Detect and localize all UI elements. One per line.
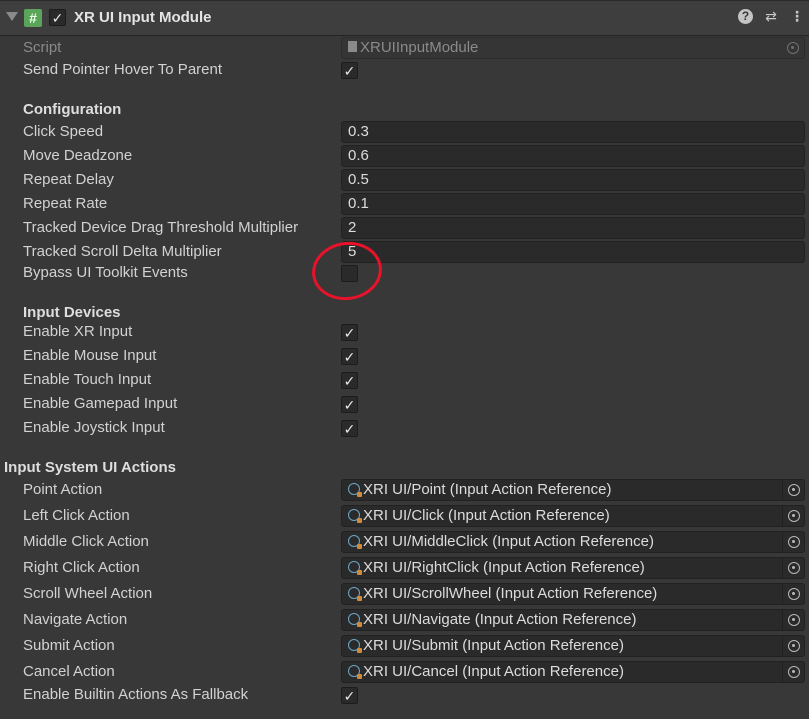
send-hover-checkbox[interactable]: ✓: [341, 62, 358, 79]
object-picker-icon: [788, 640, 800, 652]
enable-mouse-input-label: Enable Mouse Input: [23, 347, 157, 364]
object-picker-icon: [788, 614, 800, 626]
move-deadzone-label: Move Deadzone: [23, 147, 133, 164]
left-click-action-picker[interactable]: [782, 506, 804, 526]
scroll-delta-input[interactable]: 5: [341, 241, 805, 263]
bypass-ui-toolkit-checkbox[interactable]: [341, 265, 358, 282]
object-picker-icon: [788, 562, 800, 574]
enable-xr-input-label: Enable XR Input: [23, 323, 133, 340]
input-action-reference-icon: [348, 638, 362, 653]
submit-action-field[interactable]: XRI UI/Submit (Input Action Reference): [341, 635, 805, 657]
left-click-action-field[interactable]: XRI UI/Click (Input Action Reference): [341, 505, 805, 527]
repeat-delay-label: Repeat Delay: [23, 171, 114, 188]
input-action-reference-icon: [348, 664, 362, 679]
input-action-reference-icon: [348, 560, 362, 575]
submit-action-picker[interactable]: [782, 636, 804, 656]
repeat-rate-label: Repeat Rate: [23, 195, 108, 212]
enable-touch-input-label: Enable Touch Input: [23, 371, 152, 388]
middle-click-action-label: Middle Click Action: [23, 533, 149, 550]
script-icon: #: [24, 9, 42, 27]
input-system-ui-actions-header: Input System UI Actions: [4, 459, 176, 476]
point-action-field[interactable]: XRI UI/Point (Input Action Reference): [341, 479, 805, 501]
scroll-wheel-action-value: XRI UI/ScrollWheel (Input Action Referen…: [363, 585, 658, 602]
object-picker-icon: [788, 536, 800, 548]
left-click-action-label: Left Click Action: [23, 507, 130, 524]
submit-action-value: XRI UI/Submit (Input Action Reference): [363, 637, 624, 654]
help-icon[interactable]: ?: [738, 9, 753, 24]
script-value: XRUIInputModule: [360, 39, 479, 56]
right-click-action-value: XRI UI/RightClick (Input Action Referenc…: [363, 559, 645, 576]
enable-gamepad-input-label: Enable Gamepad Input: [23, 395, 178, 412]
send-hover-label: Send Pointer Hover To Parent: [23, 61, 223, 78]
navigate-action-value: XRI UI/Navigate (Input Action Reference): [363, 611, 637, 628]
scroll-wheel-action-field[interactable]: XRI UI/ScrollWheel (Input Action Referen…: [341, 583, 805, 605]
script-file-icon: [348, 41, 357, 53]
input-action-reference-icon: [348, 586, 362, 601]
object-picker-icon: [788, 666, 800, 678]
builtin-fallback-label: Enable Builtin Actions As Fallback: [23, 686, 249, 703]
configuration-header: Configuration: [23, 101, 122, 118]
object-picker-icon: [788, 510, 800, 522]
input-action-reference-icon: [348, 534, 362, 549]
enable-joystick-input-label: Enable Joystick Input: [23, 419, 165, 436]
point-action-picker[interactable]: [782, 480, 804, 500]
navigate-action-label: Navigate Action: [23, 611, 128, 628]
repeat-rate-input[interactable]: 0.1: [341, 193, 805, 215]
middle-click-action-value: XRI UI/MiddleClick (Input Action Referen…: [363, 533, 654, 550]
left-click-action-value: XRI UI/Click (Input Action Reference): [363, 507, 610, 524]
navigate-action-field[interactable]: XRI UI/Navigate (Input Action Reference): [341, 609, 805, 631]
middle-click-action-field[interactable]: XRI UI/MiddleClick (Input Action Referen…: [341, 531, 805, 553]
input-action-reference-icon: [348, 612, 362, 627]
component-enabled-checkbox[interactable]: ✓: [49, 9, 66, 26]
scroll-wheel-action-picker[interactable]: [782, 584, 804, 604]
presets-icon[interactable]: ⇄: [763, 8, 779, 25]
point-action-label: Point Action: [23, 481, 103, 498]
enable-mouse-input-checkbox[interactable]: ✓: [341, 348, 358, 365]
enable-joystick-input-checkbox[interactable]: ✓: [341, 420, 358, 437]
bypass-ui-toolkit-label: Bypass UI Toolkit Events: [23, 264, 188, 281]
input-action-reference-icon: [348, 508, 362, 523]
click-speed-input[interactable]: 0.3: [341, 121, 805, 143]
right-click-action-field[interactable]: XRI UI/RightClick (Input Action Referenc…: [341, 557, 805, 579]
drag-threshold-input[interactable]: 2: [341, 217, 805, 239]
repeat-delay-input[interactable]: 0.5: [341, 169, 805, 191]
object-picker-icon: [788, 588, 800, 600]
input-action-reference-icon: [348, 482, 362, 497]
context-menu-icon[interactable]: ⋮: [789, 8, 805, 25]
enable-xr-input-checkbox[interactable]: ✓: [341, 324, 358, 341]
cancel-action-field[interactable]: XRI UI/Cancel (Input Action Reference): [341, 661, 805, 683]
cancel-action-picker[interactable]: [782, 662, 804, 682]
right-click-action-picker[interactable]: [782, 558, 804, 578]
object-picker-icon: [788, 484, 800, 496]
component-header: # ✓ XR UI Input Module ? ⇄ ⋮: [0, 0, 809, 36]
component-title: XR UI Input Module: [74, 9, 212, 26]
cancel-action-value: XRI UI/Cancel (Input Action Reference): [363, 663, 624, 680]
script-picker: [782, 38, 804, 58]
navigate-action-picker[interactable]: [782, 610, 804, 630]
right-click-action-label: Right Click Action: [23, 559, 140, 576]
object-picker-icon: [787, 42, 799, 54]
script-label: Script: [23, 39, 62, 56]
point-action-value: XRI UI/Point (Input Action Reference): [363, 481, 612, 498]
drag-threshold-label: Tracked Device Drag Threshold Multiplier: [23, 219, 299, 236]
cancel-action-label: Cancel Action: [23, 663, 115, 680]
scroll-delta-label: Tracked Scroll Delta Multiplier: [23, 243, 222, 260]
input-devices-header: Input Devices: [23, 304, 121, 321]
enable-touch-input-checkbox[interactable]: ✓: [341, 372, 358, 389]
middle-click-action-picker[interactable]: [782, 532, 804, 552]
move-deadzone-input[interactable]: 0.6: [341, 145, 805, 167]
submit-action-label: Submit Action: [23, 637, 115, 654]
enable-gamepad-input-checkbox[interactable]: ✓: [341, 396, 358, 413]
foldout-arrow-icon[interactable]: [6, 12, 18, 21]
script-field: XRUIInputModule: [341, 37, 805, 59]
scroll-wheel-action-label: Scroll Wheel Action: [23, 585, 153, 602]
click-speed-label: Click Speed: [23, 123, 104, 140]
builtin-fallback-checkbox[interactable]: ✓: [341, 687, 358, 704]
